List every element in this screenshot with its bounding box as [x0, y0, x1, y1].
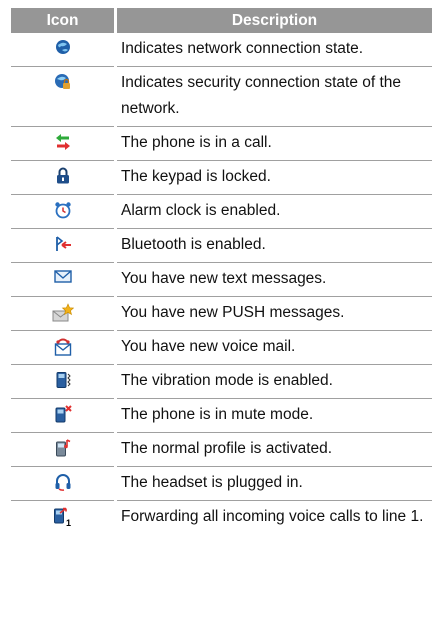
voice-mail-icon [54, 337, 72, 357]
table-row: Alarm clock is enabled. [11, 195, 432, 229]
push-message-star-icon [52, 303, 74, 323]
table-row: The phone is in mute mode. [11, 399, 432, 433]
row-description: Forwarding all incoming voice calls to l… [121, 508, 424, 525]
call-arrows-icon [55, 133, 71, 151]
vibration-phone-icon [54, 371, 72, 389]
headset-icon [54, 473, 72, 491]
table-row: The keypad is locked. [11, 161, 432, 195]
table-row: 1 Forwarding all incoming voice calls to… [11, 501, 432, 534]
table-row: The headset is plugged in. [11, 467, 432, 501]
row-description: Alarm clock is enabled. [121, 202, 281, 219]
table-row: The vibration mode is enabled. [11, 365, 432, 399]
table-row: You have new PUSH messages. [11, 297, 432, 331]
security-lock-globe-icon [54, 73, 72, 91]
normal-profile-phone-icon [55, 439, 71, 457]
header-icon-column: Icon [11, 8, 114, 33]
network-globe-icon [55, 39, 71, 55]
row-description: The normal profile is activated. [121, 440, 333, 457]
row-description: You have new voice mail. [121, 338, 296, 355]
table-row: Indicates security connection state of t… [11, 67, 432, 127]
row-description: You have new text messages. [121, 270, 327, 287]
table-row: The normal profile is activated. [11, 433, 432, 467]
row-description: Indicates network connection state. [121, 40, 364, 57]
row-description: Bluetooth is enabled. [121, 236, 266, 253]
row-description: The phone is in mute mode. [121, 406, 314, 423]
padlock-icon [56, 167, 70, 184]
bluetooth-icon [54, 235, 72, 253]
envelope-icon [53, 269, 72, 283]
row-description: The vibration mode is enabled. [121, 372, 333, 389]
header-description-column: Description [117, 8, 432, 33]
svg-text:1: 1 [66, 518, 71, 527]
table-row: The phone is in a call. [11, 127, 432, 161]
row-description: The headset is plugged in. [121, 474, 303, 491]
row-description: Indicates security connection state of t… [121, 74, 402, 117]
row-description: The phone is in a call. [121, 134, 272, 151]
table-row: You have new text messages. [11, 263, 432, 297]
row-description: You have new PUSH messages. [121, 304, 345, 321]
icon-table: Icon Description Indicates network conne… [11, 8, 432, 534]
mute-phone-icon [54, 405, 72, 423]
forward-line1-icon: 1 [53, 507, 73, 527]
table-row: Indicates network connection state. [11, 33, 432, 67]
table-row: You have new voice mail. [11, 331, 432, 365]
row-description: The keypad is locked. [121, 168, 271, 185]
alarm-clock-icon [54, 201, 72, 219]
table-row: Bluetooth is enabled. [11, 229, 432, 263]
table-header: Icon Description [11, 8, 432, 33]
